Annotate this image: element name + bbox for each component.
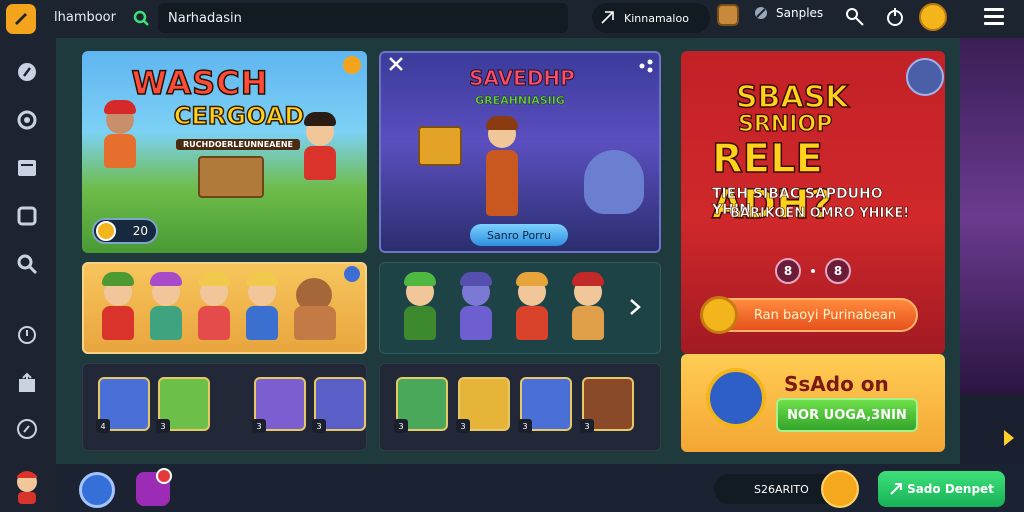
promo-cta-label: Ran baoyi Purinabean [753, 307, 897, 323]
item-tile[interactable]: 3 [394, 377, 448, 433]
promo-cta-button[interactable]: Ran baoyi Purinabean [700, 296, 918, 334]
adventurer-character [478, 116, 526, 220]
character-squirrel[interactable] [286, 272, 350, 344]
search-icon[interactable] [16, 253, 38, 275]
settings-label: Sanples [776, 6, 824, 20]
search-input[interactable] [168, 9, 548, 27]
deposit-label: Sado Denpet [907, 482, 994, 496]
star-emblem-icon [706, 368, 766, 428]
coin-count: 20 [132, 224, 148, 238]
item-tiles-right: 3 3 3 3 [394, 377, 634, 433]
coin-icon [96, 221, 116, 241]
featured-title-line2: CERGOAD [173, 101, 305, 131]
item-tile[interactable]: 3 [252, 377, 306, 433]
favorite-icon[interactable] [343, 56, 361, 74]
promo-line1: SBASK [735, 79, 849, 116]
item-tile[interactable]: 4 [96, 377, 150, 433]
tile-count: 4 [96, 419, 110, 433]
character-redhead[interactable] [564, 272, 612, 344]
settings-menu[interactable]: Sanples [752, 4, 823, 22]
item-tile[interactable]: 3 [518, 377, 572, 433]
item-tile[interactable]: 3 [456, 377, 510, 433]
swap-icon [890, 483, 903, 495]
boy-character [296, 112, 344, 184]
tile-count: 3 [580, 419, 594, 433]
notification-dot [156, 468, 172, 484]
flag-icon[interactable] [79, 472, 115, 508]
character-elf[interactable] [396, 272, 444, 344]
promo-line5: BARIKOEN OMRO YHIKE! [730, 206, 910, 222]
featured-title-line1: WASCH [131, 63, 269, 103]
middle-play-button[interactable]: Sanro Porru [470, 224, 568, 246]
promo-pager: 8 8 [775, 258, 851, 284]
character-lineup [94, 272, 350, 344]
chevron-right-icon[interactable] [626, 298, 644, 316]
emblem-icon [700, 296, 738, 334]
promo-line2: SRNIOP [737, 111, 833, 137]
hamburger-menu-icon[interactable] [984, 8, 1004, 26]
character-purple[interactable] [142, 272, 190, 344]
avatar[interactable] [10, 468, 44, 506]
character-green[interactable] [94, 272, 142, 344]
item-tile[interactable]: 3 [156, 377, 210, 433]
swap-icon [601, 11, 614, 24]
search-bar[interactable] [158, 3, 568, 33]
gold-box-icon [418, 126, 462, 166]
close-icon[interactable] [388, 56, 404, 72]
pager-next-button[interactable]: 8 [825, 258, 851, 284]
rocket-icon[interactable] [16, 61, 38, 83]
tile-count: 3 [394, 419, 408, 433]
character-girl[interactable] [508, 272, 556, 344]
character-cat[interactable] [452, 272, 500, 344]
featured-characters-2 [296, 112, 344, 184]
character-blonde[interactable] [190, 272, 238, 344]
raccoon-character [584, 150, 644, 214]
tile-count: 3 [456, 419, 470, 433]
settings-icon[interactable] [16, 109, 38, 131]
cards-icon[interactable] [16, 157, 38, 179]
treasure-chest-icon [198, 156, 264, 198]
character-yellow[interactable] [238, 272, 286, 344]
item-tile[interactable]: 3 [312, 377, 366, 433]
app-name: lhamboor [54, 10, 116, 25]
upload-icon[interactable] [16, 372, 38, 394]
key-icon[interactable] [844, 6, 866, 28]
coin-balance-icon[interactable] [919, 3, 947, 31]
secondary-promo-title: SsAdo on [784, 372, 889, 396]
chest-icon[interactable] [717, 4, 739, 26]
search-icon[interactable] [132, 9, 150, 27]
chevron-right-icon[interactable] [1000, 428, 1018, 448]
featured-characters [96, 100, 144, 172]
item-tile[interactable]: 3 [580, 377, 634, 433]
item-tiles-left: 4 3 3 3 [96, 377, 366, 433]
coin-counter: 20 [92, 218, 158, 244]
tile-count: 3 [156, 419, 170, 433]
middle-title: SAVEDHP [469, 66, 576, 91]
middle-characters [478, 116, 526, 220]
side-banner-strip[interactable] [960, 38, 1024, 394]
user-label: Kinnamaloo [624, 11, 689, 25]
chest-button-icon[interactable] [821, 470, 859, 508]
pager-dot [811, 269, 815, 273]
wallet-label: S26ARITO [754, 482, 809, 496]
mouse-character [96, 100, 144, 172]
badge-icon[interactable] [906, 58, 944, 96]
box-icon[interactable] [16, 205, 38, 227]
deposit-button[interactable]: Sado Denpet [878, 471, 1005, 507]
middle-subtitle: GREAHNIASIIG [475, 94, 565, 108]
user-menu[interactable]: Kinnamaloo [592, 3, 710, 33]
tile-count: 3 [518, 419, 532, 433]
compass-icon[interactable] [16, 418, 38, 440]
featured-subtitle: RUCHDOERLEUNNEAENE [176, 139, 300, 150]
secondary-promo-button[interactable]: NOR UOGA,3NIN [776, 398, 918, 432]
gear-icon [755, 7, 767, 19]
share-icon[interactable] [638, 58, 654, 74]
tile-count: 3 [252, 419, 266, 433]
character-lineup-2 [396, 272, 612, 344]
power-icon[interactable] [884, 6, 906, 28]
app-logo-icon[interactable] [6, 4, 36, 34]
pager-prev-button[interactable]: 8 [775, 258, 801, 284]
history-icon[interactable] [16, 324, 38, 346]
tile-count: 3 [312, 419, 326, 433]
